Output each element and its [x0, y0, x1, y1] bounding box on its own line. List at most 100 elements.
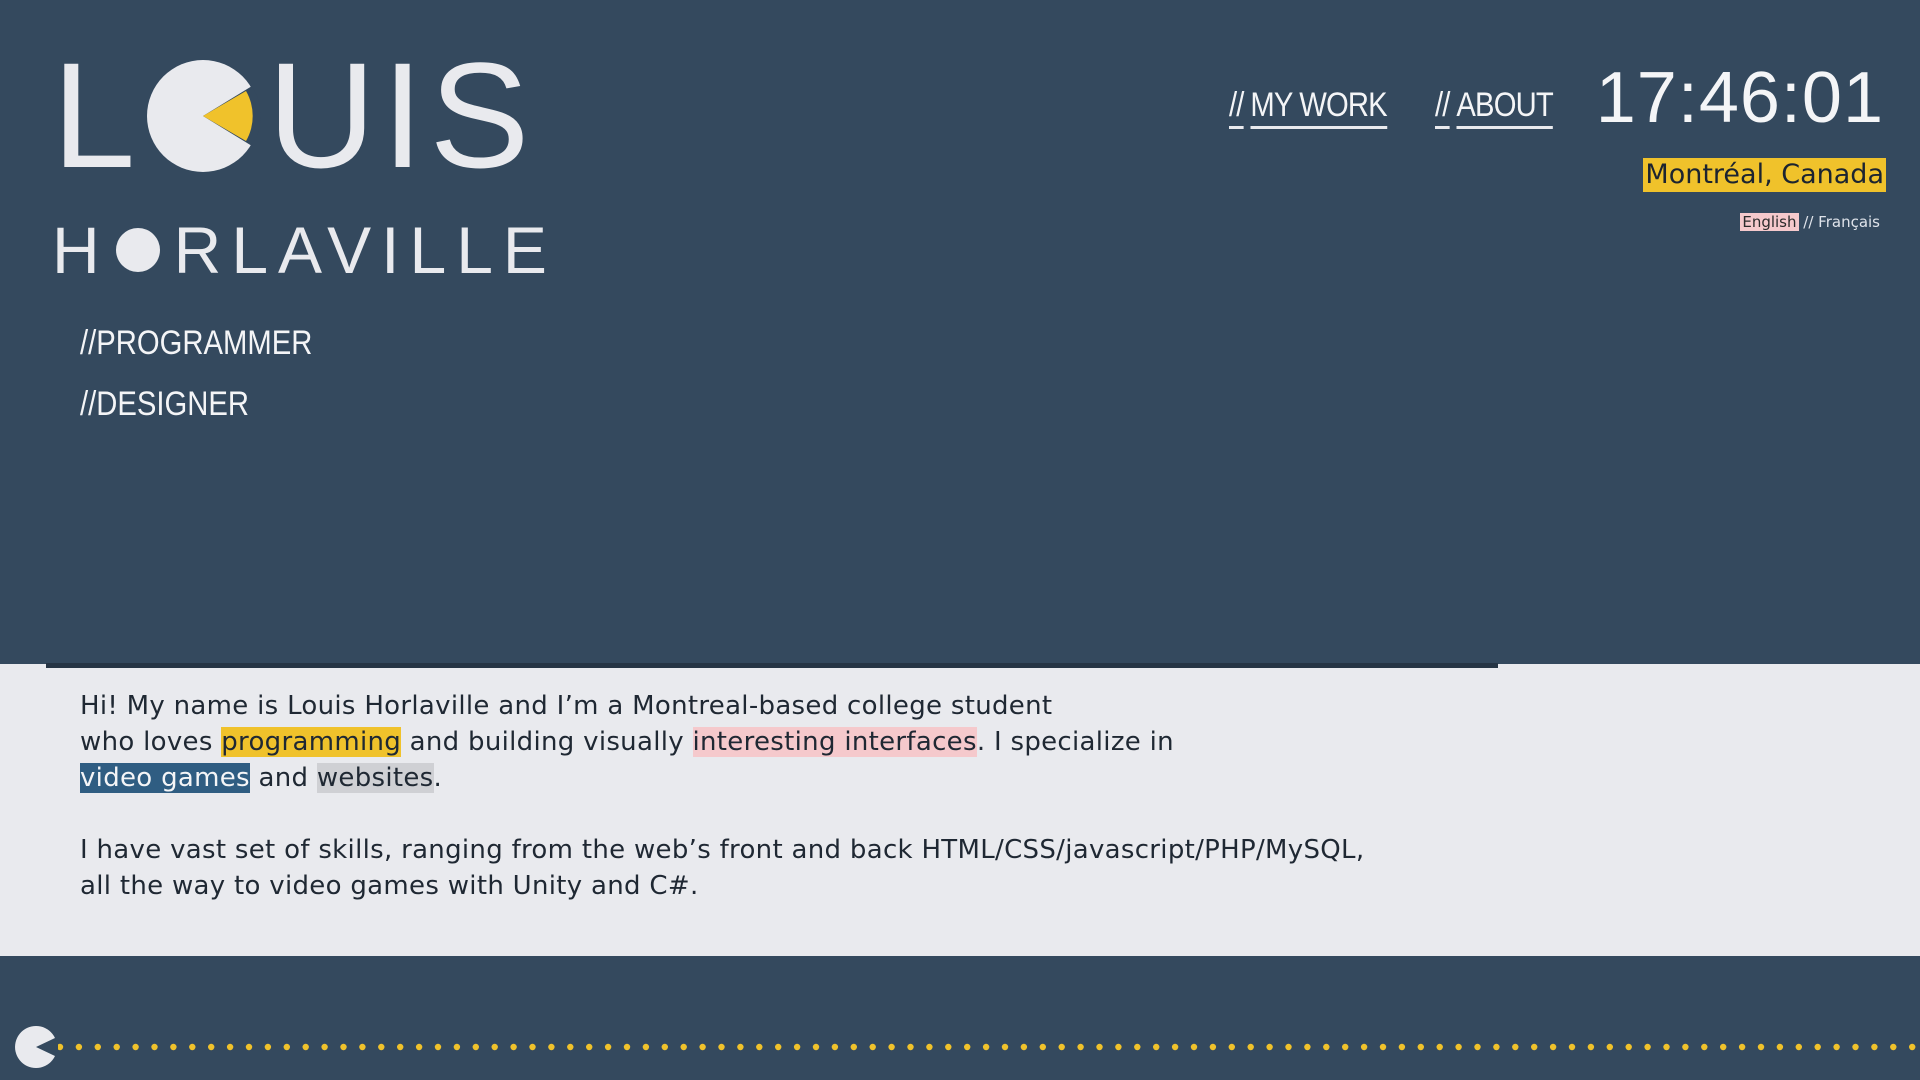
pellet-dot [359, 1043, 366, 1051]
skills-text: I have vast set of skills, ranging from … [80, 835, 1365, 865]
pellet-dot [1436, 1043, 1443, 1051]
pellet-dot [151, 1043, 158, 1051]
main-nav: //MY WORK //ABOUT [1229, 86, 1572, 131]
intro-paragraph: Hi! My name is Louis Horlaville and I’m … [80, 688, 1520, 796]
pellet-dot [1379, 1043, 1387, 1051]
pellet-dot [623, 1043, 631, 1051]
pellet-dot [1738, 1043, 1746, 1051]
pellet-dot [283, 1043, 290, 1051]
pellet-dot [604, 1043, 612, 1051]
logo-letters-rlaville: RLAVILLE [173, 213, 557, 287]
panel-divider [46, 663, 1498, 668]
lang-english[interactable]: English [1740, 213, 1799, 231]
pellet-dot [1814, 1043, 1821, 1051]
highlight-video-games: video games [80, 763, 250, 793]
pellet-dot [132, 1043, 139, 1051]
pellet-dot [1285, 1043, 1292, 1051]
nav-link-my-work[interactable]: //MY WORK [1229, 86, 1388, 131]
pellet-dot [1190, 1043, 1198, 1051]
logo-dot-icon [115, 228, 160, 272]
pellet-dot [1323, 1043, 1330, 1051]
pellet-dot [226, 1043, 234, 1051]
pellet-dot [1134, 1043, 1141, 1051]
intro-text: Hi! My name is Louis Horlaville and I’m … [80, 691, 1053, 721]
pellet-dot [1153, 1043, 1160, 1051]
intro-text: who loves [80, 727, 222, 757]
lang-french[interactable]: Français [1818, 213, 1880, 231]
pellet-dot [586, 1043, 593, 1051]
pellet-dot [1417, 1043, 1425, 1051]
lang-separator: // [1798, 213, 1819, 231]
pellet-dot [793, 1043, 801, 1051]
site-logo[interactable]: L UIS H RLAVILLE [52, 40, 547, 283]
pellet-dot [1512, 1043, 1519, 1051]
pellet-dot [264, 1043, 272, 1051]
pellet-dot [302, 1043, 309, 1051]
pellet-dot [340, 1043, 347, 1051]
pellet-dots [58, 1043, 1916, 1051]
pellet-dot [1493, 1043, 1500, 1051]
pellet-dot [245, 1043, 253, 1051]
pellet-dot [907, 1043, 914, 1051]
pellet-dot [113, 1043, 120, 1051]
pellet-dot [1701, 1043, 1708, 1051]
pellet-dot [510, 1043, 517, 1051]
logo-letter-h: H [52, 213, 110, 287]
location-label: Montréal, Canada [1643, 158, 1886, 192]
role-designer: //DESIGNER [80, 385, 249, 423]
pellet-dot [1663, 1043, 1670, 1051]
intro-text: and [249, 763, 317, 793]
pellet-dot [1039, 1043, 1046, 1051]
pellet-dot [699, 1043, 706, 1051]
pellet-dot [869, 1043, 876, 1051]
logo-first-name: L UIS [52, 40, 536, 190]
pellet-dot [1342, 1043, 1349, 1051]
pellet-dot [1757, 1043, 1765, 1051]
pellet-dot [415, 1043, 423, 1051]
pellet-dot [680, 1043, 687, 1051]
logo-pacman-icon [145, 58, 261, 174]
pellet-dot [434, 1043, 442, 1051]
pellet-dot [888, 1043, 895, 1051]
pellet-dot [775, 1043, 782, 1051]
pellet-dot [1890, 1043, 1897, 1051]
pellet-dot [1398, 1043, 1406, 1051]
pellet-dot [453, 1043, 461, 1051]
pellet-dot [1474, 1043, 1481, 1051]
pellet-dot [964, 1043, 971, 1051]
pellet-dot [1833, 1043, 1840, 1051]
pellet-dot [1096, 1043, 1103, 1051]
pellet-dot [567, 1043, 574, 1051]
nav-link-about[interactable]: //ABOUT [1434, 86, 1554, 131]
pellet-dot [94, 1043, 101, 1051]
pellet-dot [1001, 1043, 1009, 1051]
pellet-dot [321, 1043, 328, 1051]
pellet-dot [189, 1043, 196, 1051]
pellet-dot [1682, 1043, 1689, 1051]
pellet-dot [548, 1043, 555, 1051]
pellet-dot [756, 1043, 763, 1051]
pellet-dot [661, 1043, 668, 1051]
pellet-dot [1568, 1043, 1576, 1051]
pellet-dot [529, 1043, 536, 1051]
clock: 17:46:01 [1595, 58, 1884, 138]
highlight-websites: websites [316, 763, 434, 793]
pellet-dot [208, 1043, 215, 1051]
pellet-dot [1776, 1043, 1784, 1051]
pellet-dot [491, 1043, 498, 1051]
pellet-dot [1644, 1043, 1651, 1051]
pellet-dot [1455, 1043, 1462, 1051]
pellet-dot [75, 1043, 83, 1051]
pellet-dot [718, 1043, 725, 1051]
footer-pacman-icon [14, 1025, 58, 1069]
pellet-dot [58, 1043, 64, 1051]
role-programmer: //PROGRAMMER [80, 324, 313, 362]
pellet-dot [1058, 1043, 1065, 1051]
pellet-dot [1606, 1043, 1614, 1051]
pellet-dot [1020, 1043, 1028, 1051]
intro-text: . I specialize in [976, 727, 1174, 757]
nav-slashes: // [1434, 86, 1450, 129]
language-switcher: English // Français [1740, 213, 1880, 231]
pellet-dot [1247, 1043, 1254, 1051]
pellet-dot [378, 1043, 385, 1051]
